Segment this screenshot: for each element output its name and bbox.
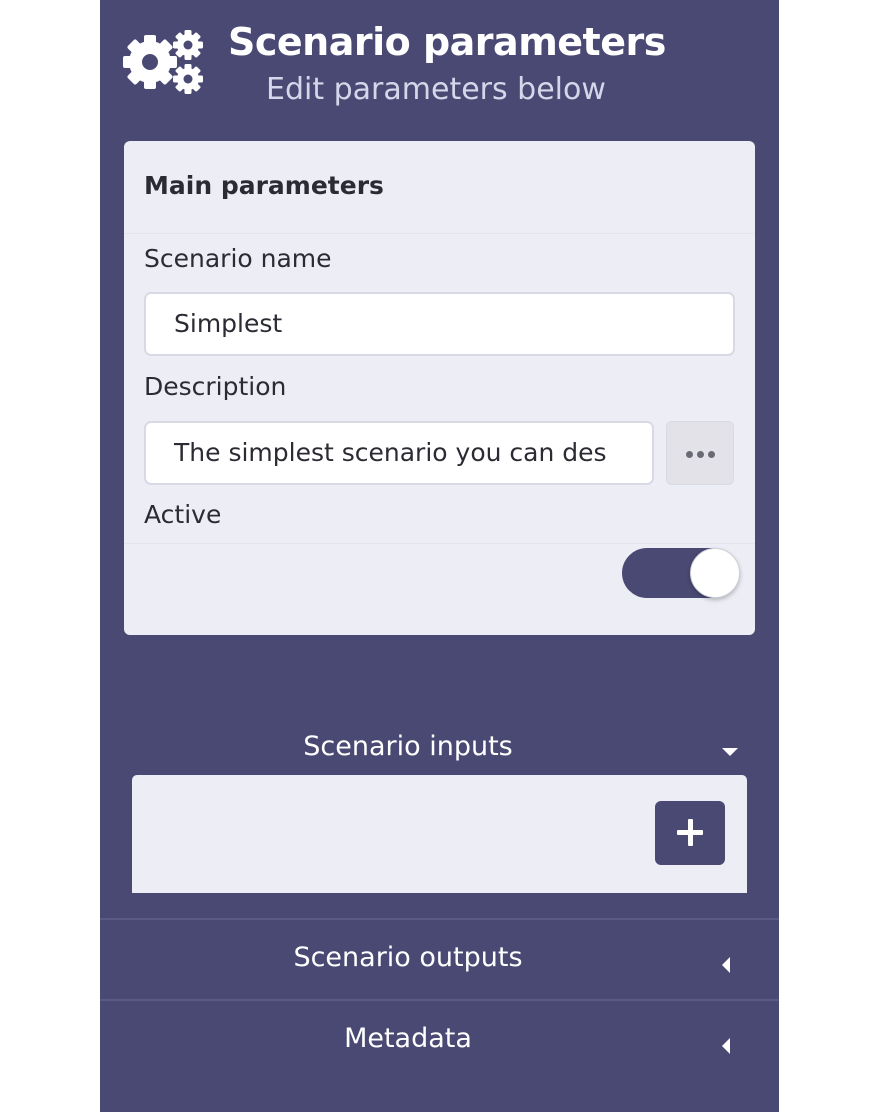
separator bbox=[124, 543, 755, 544]
scenario-inputs-body bbox=[132, 775, 747, 893]
scenario-outputs-title: Scenario outputs bbox=[293, 942, 523, 973]
description-more-button[interactable] bbox=[666, 421, 734, 485]
plus-icon bbox=[688, 819, 693, 846]
main-parameters-title: Main parameters bbox=[144, 171, 384, 200]
toggle-knob bbox=[690, 548, 740, 598]
scenario-parameters-panel: Scenario parameters Edit parameters belo… bbox=[100, 0, 779, 1112]
caret-left-icon bbox=[722, 957, 730, 973]
add-input-button[interactable] bbox=[655, 801, 725, 865]
scenario-name-label: Scenario name bbox=[144, 244, 332, 273]
page-title: Scenario parameters bbox=[228, 20, 666, 64]
description-input[interactable]: The simplest scenario you can des bbox=[144, 421, 654, 485]
caret-down-icon bbox=[722, 748, 738, 756]
scenario-name-input[interactable]: Simplest bbox=[144, 292, 735, 356]
gears-icon bbox=[123, 30, 203, 94]
active-label: Active bbox=[144, 500, 222, 529]
ellipsis-icon bbox=[697, 451, 704, 458]
panel-header: Scenario parameters Edit parameters belo… bbox=[100, 0, 779, 130]
metadata-title: Metadata bbox=[344, 1023, 472, 1054]
description-label: Description bbox=[144, 372, 287, 401]
page-subtitle: Edit parameters below bbox=[266, 72, 606, 107]
metadata-header[interactable]: Metadata bbox=[100, 1001, 779, 1081]
ellipsis-icon bbox=[686, 451, 693, 458]
ellipsis-icon bbox=[708, 451, 715, 458]
scenario-outputs-header[interactable]: Scenario outputs bbox=[100, 920, 779, 1000]
scenario-inputs-title: Scenario inputs bbox=[303, 731, 513, 762]
separator bbox=[124, 233, 755, 234]
main-parameters-card: Main parameters Scenario name Simplest D… bbox=[124, 141, 755, 635]
active-toggle[interactable] bbox=[622, 548, 740, 598]
caret-left-icon bbox=[722, 1038, 730, 1054]
